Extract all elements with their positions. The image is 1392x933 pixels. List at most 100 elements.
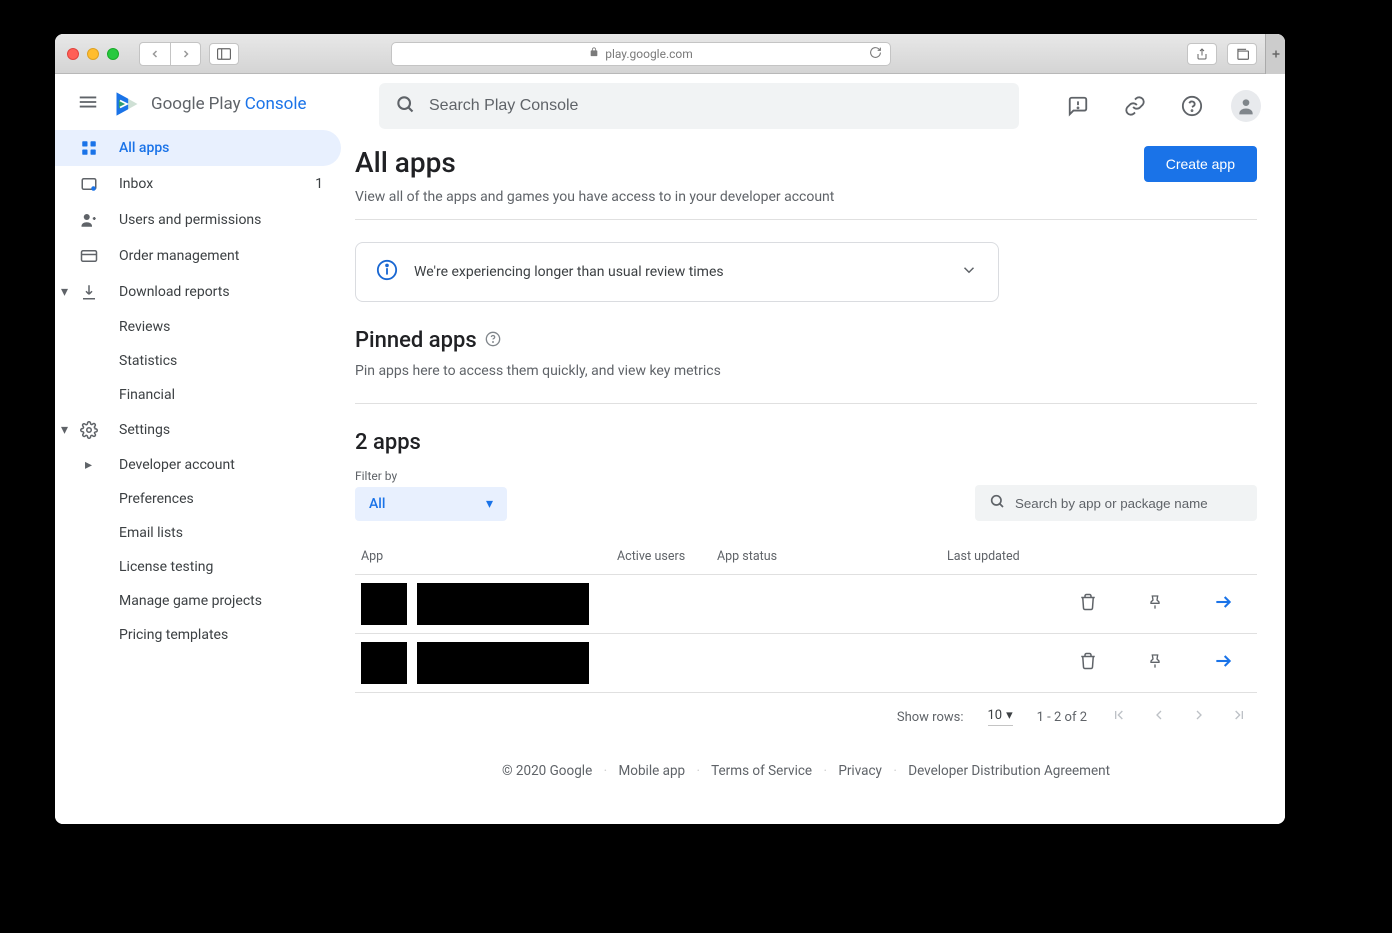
sidebar-item-users[interactable]: Users and permissions	[55, 202, 341, 238]
traffic-lights	[67, 48, 119, 60]
lock-icon	[589, 46, 599, 61]
sidebar-item-downloads[interactable]: ▾ Download reports	[55, 274, 341, 310]
sidebar-item-settings[interactable]: ▾ Settings	[55, 412, 341, 448]
inbox-icon	[79, 175, 99, 193]
sidebar-item-label: Inbox	[119, 176, 153, 192]
sidebar-item-emails[interactable]: Email lists	[55, 516, 341, 550]
sidebar-item-label: Settings	[119, 422, 170, 438]
page-next-icon[interactable]	[1191, 707, 1207, 727]
help-tooltip-icon[interactable]	[485, 328, 501, 353]
sidebar-item-game-projects[interactable]: Manage game projects	[55, 584, 341, 618]
footer-link[interactable]: Privacy	[838, 763, 882, 779]
window-zoom-button[interactable]	[107, 48, 119, 60]
pagination: Show rows: 10 ▾ 1 - 2 of 2	[355, 693, 1257, 741]
footer-link[interactable]: Mobile app	[618, 763, 685, 779]
nav-back-button[interactable]	[140, 43, 170, 65]
footer-link[interactable]: Developer Distribution Agreement	[908, 763, 1110, 779]
sidebar-toggle-button[interactable]	[209, 43, 239, 65]
apps-grid-icon	[79, 139, 99, 157]
sidebar: Google Play Console All apps Inbox 1 Use…	[55, 74, 355, 824]
create-app-button[interactable]: Create app	[1144, 146, 1257, 182]
sidebar-item-label: All apps	[119, 140, 169, 156]
tabs-button[interactable]	[1227, 43, 1257, 65]
alert-text: We're experiencing longer than usual rev…	[414, 264, 724, 280]
delete-icon[interactable]	[1079, 593, 1097, 615]
users-icon	[79, 211, 99, 229]
sidebar-item-financial[interactable]: Financial	[55, 378, 341, 412]
sidebar-item-orders[interactable]: Order management	[55, 238, 341, 274]
browser-window: play.google.com Google Play Console	[55, 34, 1285, 824]
filter-select[interactable]: All ▾	[355, 487, 507, 521]
page-first-icon[interactable]	[1111, 707, 1127, 727]
topbar	[355, 74, 1285, 138]
search-box[interactable]	[379, 83, 1019, 129]
search-icon	[395, 94, 415, 118]
hamburger-menu-button[interactable]	[77, 91, 99, 117]
search-input[interactable]	[429, 97, 1003, 115]
arrow-right-icon[interactable]	[1213, 651, 1233, 675]
page-range: 1 - 2 of 2	[1037, 710, 1087, 725]
sidebar-item-pricing[interactable]: Pricing templates	[55, 618, 341, 652]
table-row[interactable]	[355, 634, 1257, 693]
sidebar-item-reviews[interactable]: Reviews	[55, 310, 341, 344]
main-content: All apps View all of the apps and games …	[355, 74, 1285, 824]
table-row[interactable]	[355, 575, 1257, 634]
nav-forward-button[interactable]	[170, 43, 200, 65]
caret-down-icon: ▾	[61, 422, 68, 438]
pin-icon[interactable]	[1147, 593, 1163, 615]
page-prev-icon[interactable]	[1151, 707, 1167, 727]
apps-count-header: 2 apps	[355, 430, 1257, 455]
reload-icon[interactable]	[869, 46, 882, 62]
pinned-apps-subtitle: Pin apps here to access them quickly, an…	[355, 363, 1257, 379]
rows-select[interactable]: 10 ▾	[988, 708, 1013, 726]
share-button[interactable]	[1187, 43, 1217, 65]
app-name-redacted	[417, 583, 589, 625]
play-logo-icon	[113, 90, 141, 118]
footer: © 2020 Google · Mobile app · Terms of Se…	[355, 741, 1257, 789]
caret-down-icon: ▾	[61, 284, 68, 300]
caret-right-icon: ▸	[85, 457, 92, 473]
sidebar-item-label: Download reports	[119, 284, 230, 300]
caret-down-icon: ▾	[486, 496, 493, 512]
sidebar-item-label: Order management	[119, 248, 239, 264]
app-icon-redacted	[361, 642, 407, 684]
sidebar-item-license[interactable]: License testing	[55, 550, 341, 584]
footer-link[interactable]: Terms of Service	[711, 763, 812, 779]
new-tab-button[interactable]	[1265, 34, 1285, 74]
card-icon	[79, 247, 99, 265]
help-button[interactable]	[1174, 86, 1211, 126]
sidebar-item-all-apps[interactable]: All apps	[55, 130, 341, 166]
url-text: play.google.com	[605, 47, 693, 61]
link-button[interactable]	[1116, 86, 1153, 126]
show-rows-label: Show rows:	[897, 710, 964, 725]
address-bar[interactable]: play.google.com	[391, 42, 891, 66]
page-last-icon[interactable]	[1231, 707, 1247, 727]
page-title: All apps	[355, 146, 834, 179]
pinned-apps-header: Pinned apps	[355, 328, 1257, 353]
nav-back-forward	[139, 42, 201, 66]
window-close-button[interactable]	[67, 48, 79, 60]
chevron-down-icon	[960, 261, 978, 283]
window-minimize-button[interactable]	[87, 48, 99, 60]
col-header-status: App status	[717, 549, 947, 564]
table-search[interactable]	[975, 485, 1257, 521]
sidebar-item-preferences[interactable]: Preferences	[55, 482, 341, 516]
arrow-right-icon[interactable]	[1213, 592, 1233, 616]
title-bar: play.google.com	[55, 34, 1285, 74]
sidebar-item-inbox[interactable]: Inbox 1	[55, 166, 341, 202]
app-name-redacted	[417, 642, 589, 684]
pin-icon[interactable]	[1147, 652, 1163, 674]
feedback-button[interactable]	[1059, 86, 1096, 126]
sidebar-item-developer-account[interactable]: ▸ Developer account	[55, 448, 341, 482]
table-search-input[interactable]	[1015, 496, 1243, 511]
inbox-badge: 1	[315, 176, 323, 192]
gear-icon	[79, 421, 99, 439]
footer-copyright: © 2020 Google	[502, 763, 592, 779]
delete-icon[interactable]	[1079, 652, 1097, 674]
avatar[interactable]	[1231, 90, 1261, 122]
sidebar-item-statistics[interactable]: Statistics	[55, 344, 341, 378]
download-icon	[79, 283, 99, 301]
app-icon-redacted	[361, 583, 407, 625]
alert-banner[interactable]: We're experiencing longer than usual rev…	[355, 242, 999, 302]
play-console-logo[interactable]: Google Play Console	[113, 90, 306, 118]
